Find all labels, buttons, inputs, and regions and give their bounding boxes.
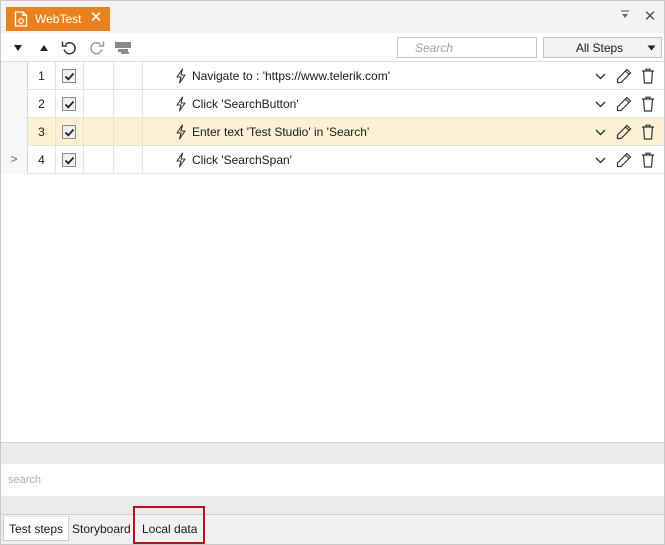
bottom-tab-strip: Test steps Storyboard Local data — [1, 514, 664, 544]
webtest-window: WebTest ✕ ✕ All Steps — [0, 0, 665, 545]
step-number: 1 — [28, 62, 56, 90]
step-description-text: Enter text 'Test Studio' in 'Search' — [192, 125, 370, 139]
step-description[interactable]: Click 'SearchSpan' — [143, 146, 583, 174]
chevron-down-icon[interactable] — [592, 124, 608, 140]
step-description-text: Navigate to : 'https://www.telerik.com' — [192, 69, 390, 83]
panel-splitter[interactable] — [1, 442, 664, 464]
panel-gap — [1, 496, 664, 514]
arrow-down-icon[interactable] — [9, 39, 27, 57]
step-enabled-checkbox[interactable] — [62, 69, 76, 83]
table-row[interactable]: > 4 Click 'SearchSpan' — [1, 146, 664, 174]
trash-icon[interactable] — [640, 124, 656, 140]
recorder-icon[interactable] — [113, 39, 133, 57]
lightning-icon — [176, 152, 186, 168]
table-row[interactable]: 2 Click 'SearchButton' — [1, 90, 664, 118]
arrow-up-icon[interactable] — [35, 39, 53, 57]
table-row[interactable]: 1 Navigate to : 'https://www.telerik.com… — [1, 62, 664, 90]
tab-test-steps[interactable]: Test steps — [3, 517, 70, 541]
step-description-text: Click 'SearchSpan' — [192, 153, 292, 167]
document-tab-label: WebTest — [35, 12, 82, 26]
test-steps-grid: 1 Navigate to : 'https://www.telerik.com… — [1, 62, 664, 442]
table-row[interactable]: 3 Enter text 'Test Studio' in 'Search' — [1, 118, 664, 146]
step-description[interactable]: Click 'SearchButton' — [143, 90, 583, 118]
title-bar: WebTest ✕ ✕ — [1, 1, 664, 33]
lightning-icon — [176, 96, 186, 112]
dropdown-arrow-icon — [647, 43, 661, 53]
step-description[interactable]: Navigate to : 'https://www.telerik.com' — [143, 62, 583, 90]
pencil-icon[interactable] — [616, 124, 632, 140]
redo-icon[interactable] — [87, 39, 105, 57]
tab-storyboard[interactable]: Storyboard — [67, 517, 136, 541]
pencil-icon[interactable] — [616, 68, 632, 84]
step-enabled-checkbox[interactable] — [62, 153, 76, 167]
row-expander[interactable] — [1, 90, 28, 118]
step-number: 4 — [28, 146, 56, 174]
pencil-icon[interactable] — [616, 152, 632, 168]
pin-icon[interactable] — [617, 9, 633, 25]
trash-icon[interactable] — [640, 96, 656, 112]
step-description-text: Click 'SearchButton' — [192, 97, 299, 111]
steps-filter-value: All Steps — [575, 40, 624, 55]
row-expander[interactable]: > — [1, 146, 28, 174]
chevron-down-icon[interactable] — [592, 68, 608, 84]
chevron-down-icon[interactable] — [592, 152, 608, 168]
lightning-icon — [176, 124, 186, 140]
step-number: 3 — [28, 118, 56, 146]
search-field[interactable] — [397, 37, 537, 58]
steps-filter-dropdown[interactable]: All Steps — [543, 37, 662, 58]
toolbar: All Steps — [1, 33, 664, 62]
undo-icon[interactable] — [60, 39, 78, 57]
trash-icon[interactable] — [640, 152, 656, 168]
document-icon — [14, 11, 28, 27]
document-tab[interactable]: WebTest ✕ — [6, 7, 110, 31]
chevron-down-icon[interactable] — [592, 96, 608, 112]
step-enabled-checkbox[interactable] — [62, 97, 76, 111]
window-close-icon[interactable]: ✕ — [642, 9, 658, 25]
search-input[interactable] — [398, 38, 536, 57]
step-description[interactable]: Enter text 'Test Studio' in 'Search' — [143, 118, 583, 146]
local-search-input[interactable] — [1, 464, 664, 496]
pencil-icon[interactable] — [616, 96, 632, 112]
trash-icon[interactable] — [640, 68, 656, 84]
lightning-icon — [176, 68, 186, 84]
row-expander[interactable] — [1, 62, 28, 90]
tab-local-data[interactable]: Local data — [137, 517, 202, 541]
local-search-field[interactable] — [1, 464, 664, 496]
step-enabled-checkbox[interactable] — [62, 125, 76, 139]
close-icon[interactable]: ✕ — [88, 10, 104, 26]
row-expander[interactable] — [1, 118, 28, 146]
step-number: 2 — [28, 90, 56, 118]
